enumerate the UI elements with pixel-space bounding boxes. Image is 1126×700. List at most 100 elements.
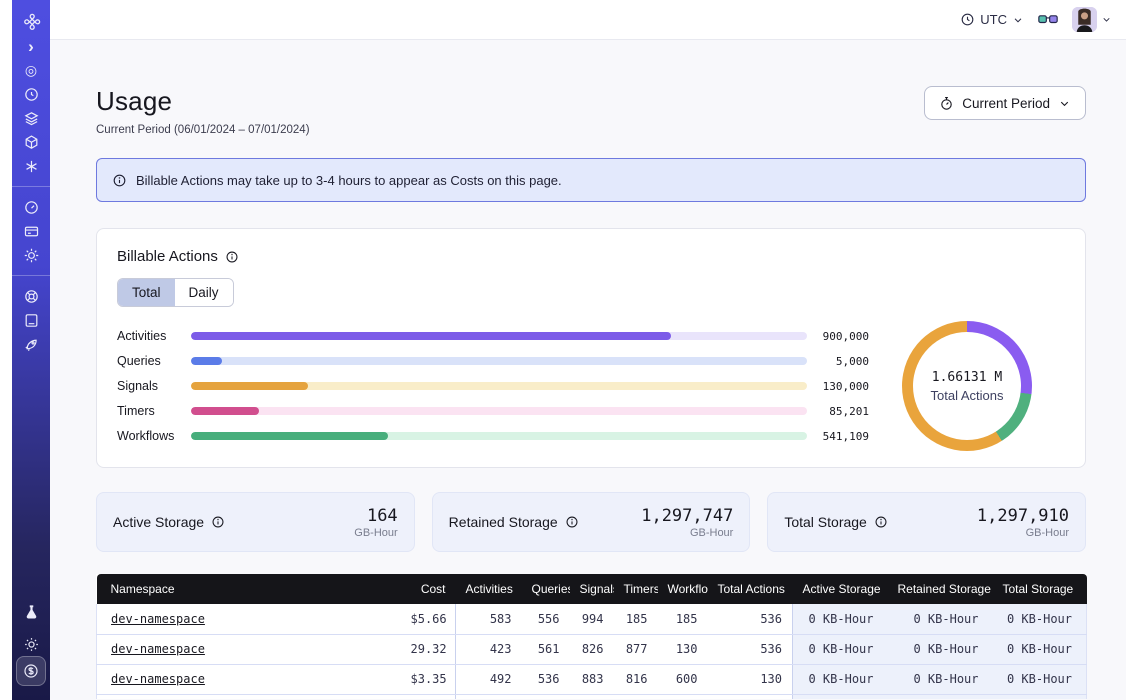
cell-total-storage: 0 KB-Hour xyxy=(993,634,1087,664)
page-subtitle: Current Period (06/01/2024 – 07/01/2024) xyxy=(96,124,310,136)
info-icon[interactable] xyxy=(225,250,239,264)
col-retained-storage: Retained Storage xyxy=(888,574,993,604)
billing-card-icon[interactable] xyxy=(19,219,43,243)
total-storage-value: 1,297,910 xyxy=(977,506,1069,526)
chevron-down-icon xyxy=(1012,14,1024,26)
costs-dollar-icon[interactable] xyxy=(16,656,46,686)
cell-activities: 583 xyxy=(456,604,522,634)
namespace-link[interactable]: dev-namespace xyxy=(111,612,205,626)
temporal-logo-icon[interactable]: ⌘ xyxy=(19,10,43,34)
sidebar-divider xyxy=(12,275,50,276)
cell-cost: 29.32 xyxy=(401,634,456,664)
docs-book-icon[interactable] xyxy=(19,308,43,332)
cell-timers: 877 xyxy=(614,634,658,664)
tab-daily[interactable]: Daily xyxy=(175,279,233,306)
cell-total-storage: 0 KB-Hour xyxy=(993,604,1087,634)
bar-row-queries: Queries 5,000 xyxy=(117,349,869,374)
bar-track xyxy=(191,432,807,440)
period-button-label: Current Period xyxy=(962,96,1050,111)
billable-actions-chart: Activities 900,000 Queries 5,000 Signals xyxy=(117,321,1065,451)
theme-sun-icon[interactable] xyxy=(19,632,43,656)
settings-gear-icon[interactable] xyxy=(19,243,43,267)
table-row: dev-namespace $3.35 492 536 883 816 600 … xyxy=(97,664,1087,694)
col-queries: Queries xyxy=(522,574,570,604)
support-lifebuoy-icon[interactable] xyxy=(19,284,43,308)
info-icon[interactable] xyxy=(211,515,225,529)
active-storage-value: 164 xyxy=(354,506,397,526)
cell-total-actions: 536 xyxy=(708,604,793,634)
labs-flask-icon[interactable] xyxy=(19,600,43,624)
col-activities: Activities xyxy=(456,574,522,604)
cell-total-actions: 536 xyxy=(708,634,793,664)
sidebar-divider xyxy=(12,186,50,187)
bar-track xyxy=(191,332,807,340)
cell-active-storage: 0 KB-Hour xyxy=(793,664,888,694)
retained-storage-label: Retained Storage xyxy=(449,514,558,530)
collapse-chevron-icon[interactable]: › xyxy=(19,34,43,58)
bar-value: 130,000 xyxy=(807,380,869,393)
user-menu[interactable] xyxy=(1072,7,1112,32)
cell-retained-storage: 0 KB-Hour xyxy=(888,604,993,634)
cube-icon[interactable] xyxy=(19,130,43,154)
nexus-asterisk-icon[interactable] xyxy=(19,154,43,178)
tab-total[interactable]: Total xyxy=(118,279,175,306)
info-icon[interactable] xyxy=(565,515,579,529)
clock-icon xyxy=(960,12,975,27)
timezone-selector[interactable]: UTC xyxy=(960,12,1024,27)
namespace-link[interactable]: dev-namespace xyxy=(111,672,205,686)
storage-summary-row: Active Storage 164 GB-Hour Retained Stor… xyxy=(96,492,1086,552)
bar-label: Timers xyxy=(117,404,191,418)
stopwatch-icon xyxy=(939,96,954,111)
layers-stack-icon[interactable] xyxy=(19,106,43,130)
col-cost: Cost xyxy=(401,574,456,604)
cell-activities: 423 xyxy=(456,634,522,664)
cell-workflows: 185 xyxy=(658,604,708,634)
col-workflows: Workflows xyxy=(658,574,708,604)
bar-track xyxy=(191,407,807,415)
usage-gauge-icon[interactable] xyxy=(19,195,43,219)
bar-fill xyxy=(191,332,671,340)
bar-fill xyxy=(191,357,222,365)
info-icon[interactable] xyxy=(874,515,888,529)
bar-row-signals: Signals 130,000 xyxy=(117,374,869,399)
table-row: dev-namespace $5.66 583 556 994 185 185 … xyxy=(97,604,1087,634)
history-clock-icon[interactable] xyxy=(19,82,43,106)
banner-text: Billable Actions may take up to 3-4 hour… xyxy=(136,173,562,188)
table-row-partial xyxy=(97,694,1087,699)
namespace-link[interactable]: dev-namespace xyxy=(111,642,205,656)
sidebar: ⌘ › ◎ xyxy=(12,0,50,700)
cell-total-storage: 0 KB-Hour xyxy=(993,664,1087,694)
col-signals: Signals xyxy=(570,574,614,604)
glasses-icon[interactable] xyxy=(1038,13,1058,27)
cell-workflows: 130 xyxy=(658,634,708,664)
col-namespace: Namespace xyxy=(97,574,401,604)
chevron-down-icon xyxy=(1101,14,1112,25)
total-storage-unit: GB-Hour xyxy=(977,527,1069,539)
bar-value: 5,000 xyxy=(807,355,869,368)
bar-chart: Activities 900,000 Queries 5,000 Signals xyxy=(117,324,869,449)
billable-actions-title: Billable Actions xyxy=(117,248,218,265)
namespaces-spiral-icon[interactable]: ◎ xyxy=(19,58,43,82)
total-daily-toggle: Total Daily xyxy=(117,278,234,307)
total-actions-label: Total Actions xyxy=(931,388,1004,403)
col-total-actions: Total Actions xyxy=(708,574,793,604)
col-active-storage: Active Storage xyxy=(793,574,888,604)
bar-row-activities: Activities 900,000 xyxy=(117,324,869,349)
info-banner: Billable Actions may take up to 3-4 hour… xyxy=(96,158,1086,202)
col-timers: Timers xyxy=(614,574,658,604)
total-actions-value: 1.66131 M xyxy=(932,370,1002,385)
cell-active-storage: 0 KB-Hour xyxy=(793,604,888,634)
cell-retained-storage: 0 KB-Hour xyxy=(888,664,993,694)
avatar xyxy=(1072,7,1097,32)
period-selector-button[interactable]: Current Period xyxy=(924,86,1086,120)
cell-timers: 185 xyxy=(614,604,658,634)
table-header-row: Namespace Cost Activities Queries Signal… xyxy=(97,574,1087,604)
cell-total-actions: 130 xyxy=(708,664,793,694)
cell-queries: 536 xyxy=(522,664,570,694)
chevron-down-icon xyxy=(1058,97,1071,110)
bar-row-timers: Timers 85,201 xyxy=(117,399,869,424)
cell-active-storage: 0 KB-Hour xyxy=(793,634,888,664)
rocket-icon[interactable] xyxy=(19,332,43,356)
cell-timers: 816 xyxy=(614,664,658,694)
active-storage-card: Active Storage 164 GB-Hour xyxy=(96,492,415,552)
